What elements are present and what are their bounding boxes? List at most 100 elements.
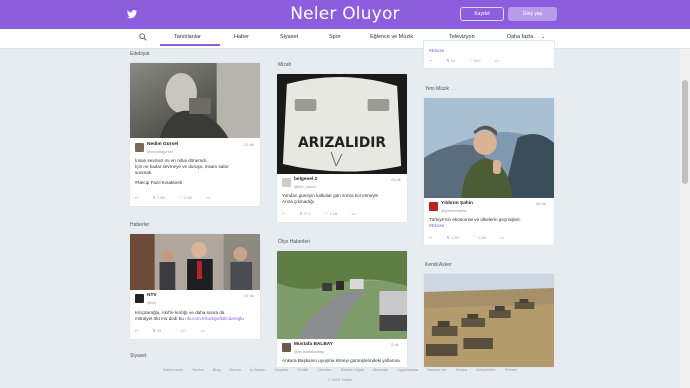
tweet-photo[interactable]	[424, 274, 554, 368]
hashtag-text[interactable]: #Ekose	[429, 48, 444, 53]
retweet-icon[interactable]: ⇅ 371	[299, 211, 310, 216]
tweet-time[interactable]: 2 dk	[391, 342, 399, 347]
tweet-time[interactable]: 21 dk	[244, 142, 254, 147]
more-icon[interactable]: •••	[351, 211, 355, 216]
like-icon[interactable]: ♡ 127	[175, 328, 186, 333]
tweet-photo[interactable]	[277, 251, 407, 339]
more-icon[interactable]: •••	[495, 58, 499, 63]
more-icon[interactable]: •••	[201, 328, 205, 333]
tweet-author[interactable]: NTV	[147, 293, 157, 298]
reply-icon[interactable]: ↩	[429, 58, 432, 63]
tweet-time[interactable]: 36 dk	[536, 201, 546, 206]
footer-link[interactable]: Çerezler	[317, 368, 331, 372]
like-icon[interactable]: ♡ 2,9B	[179, 195, 192, 200]
reply-icon[interactable]: ↩	[282, 211, 285, 216]
footer-link[interactable]: Markalar	[373, 368, 388, 372]
tweet-handle[interactable]: @nedimgursel	[147, 149, 173, 154]
retweet-count: 371	[303, 211, 311, 216]
tweet-handle[interactable]: @mustafabalbay	[294, 349, 324, 354]
tweet-time[interactable]: 17 dk	[244, 293, 254, 298]
section-title-edebiyat: Edebiyat	[130, 51, 150, 57]
tweet-link[interactable]: ntv.com.tr/turkiye/kilicdaroglu	[185, 316, 244, 321]
retweet-count: 33	[156, 328, 162, 333]
section-title-kendi-asker: Kendi Asker	[425, 262, 452, 268]
footer-link[interactable]: Reklam bilgisi	[341, 368, 364, 372]
tab-haber[interactable]: Haber	[234, 34, 249, 40]
tweet-line: Ankara Başkanın uyuşma köneyi gümüşlerin…	[282, 358, 400, 363]
signup-button[interactable]: Giriş yap	[508, 7, 557, 21]
like-icon[interactable]: ♡ 552	[469, 58, 480, 63]
tweet-card[interactable]: ARIZALIDIR belgesel 2 @bel_sizlen 23 dk …	[276, 73, 408, 223]
image-text: ARIZALIDIR	[298, 135, 386, 151]
retweet-icon[interactable]: ⇅ 1,5B	[446, 235, 459, 240]
reply-icon[interactable]: ↩	[429, 235, 432, 240]
hashtag-link[interactable]: #Ekose	[429, 223, 551, 229]
section-title-olce-haberleri: Ölçe Haberleri	[278, 239, 310, 245]
tweet-time[interactable]: 23 dk	[391, 177, 401, 182]
tab-tanitilanlar[interactable]: Tanıtılanlar	[174, 34, 201, 40]
tweet-line: mitralyet ölü mü dedi bu ntv.com.tr/turk…	[135, 316, 257, 322]
tweet-card[interactable]: Mustafa BALBAY @mustafabalbay 2 dk Ankar…	[276, 250, 408, 368]
footer-link[interactable]: Uygulamalar	[397, 368, 418, 372]
footer-link[interactable]: Koşullar	[274, 368, 288, 372]
avatar[interactable]	[282, 178, 291, 187]
reply-icon[interactable]: ↩	[135, 328, 138, 333]
like-icon[interactable]: ♡ 3,1B	[325, 211, 338, 216]
more-icon[interactable]: •••	[500, 235, 504, 240]
tweet-card[interactable]: Nedim Gürsel @nedimgursel 21 dk İnsan se…	[129, 62, 261, 207]
reply-icon[interactable]: ↩	[135, 195, 138, 200]
retweet-icon[interactable]: ⇅ 64	[446, 58, 455, 63]
login-button[interactable]: Kaydol	[460, 7, 504, 21]
tweet-author[interactable]: Yıldırım Şahin	[441, 201, 473, 206]
section-title-yeni-muzik: Yeni Müzik	[425, 86, 449, 92]
footer-link[interactable]: Medya	[456, 368, 467, 372]
footer-link[interactable]: Blog	[213, 368, 221, 372]
tweet-author[interactable]: Nedim Gürsel	[147, 142, 178, 147]
scrollbar-thumb[interactable]	[682, 80, 688, 184]
tweet-photo[interactable]: ARIZALIDIR	[277, 74, 407, 174]
footer-link[interactable]: Durum	[230, 368, 241, 372]
tweet-photo[interactable]	[424, 98, 554, 198]
tweet-actions: ↩ ⇅ 371 ♡ 3,1B •••	[282, 211, 370, 216]
section-title-mizah: Mizah	[278, 62, 292, 68]
footer-link[interactable]: Yardım	[192, 368, 204, 372]
tab-spor[interactable]: Spor	[329, 34, 341, 40]
like-count: 3,1B	[329, 211, 338, 216]
search-icon[interactable]	[139, 33, 147, 41]
tweet-handle[interactable]: @yildirimsahin	[441, 208, 467, 213]
tweet-handle[interactable]: @ntv	[147, 300, 156, 305]
tweet-handle[interactable]: @bel_sizlen	[294, 184, 316, 189]
hashtag-link[interactable]: #Necip Fazıl Kısakürek	[135, 180, 257, 186]
tweet-card-partial[interactable]: #Ekose ↩ ⇅ 64 ♡ 552 •••	[423, 40, 555, 69]
tweet-card[interactable]: Yıldırım Şahin @yildirimsahin 36 dk Türk…	[423, 97, 555, 246]
retweet-icon[interactable]: ⇅ 1,5B	[152, 195, 165, 200]
avatar[interactable]	[429, 202, 438, 211]
hashtag-link[interactable]: #Ekose	[429, 48, 444, 54]
tweet-card[interactable]	[423, 273, 555, 368]
like-icon[interactable]: ♡ 2,6B	[473, 235, 486, 240]
retweet-count: 64	[450, 58, 456, 63]
avatar[interactable]	[135, 294, 144, 303]
avatar[interactable]	[282, 343, 291, 352]
tab-eglence-muzik[interactable]: Eğlence ve Müzik	[370, 34, 413, 40]
footer-link[interactable]: İş İlanları	[250, 368, 265, 372]
category-nav: Tanıtılanlar Haber Siyaset Spor Eğlence …	[0, 29, 690, 49]
footer-link[interactable]: Rehber	[505, 368, 517, 372]
tweet-card[interactable]: NTV @ntv 17 dk Kılıçdaroğlu, Akıl'le kır…	[129, 233, 261, 340]
tweet-author[interactable]: Mustafa BALBAY	[294, 342, 333, 347]
tab-siyaset[interactable]: Siyaset	[280, 34, 298, 40]
retweet-icon[interactable]: ⇅ 33	[152, 328, 161, 333]
tweet-actions: ↩ ⇅ 33 ♡ 127 •••	[135, 328, 219, 333]
footer-link[interactable]: Gizlilik	[297, 368, 308, 372]
footer-links: Hakkımızda Yardım Blog Durum İş İlanları…	[0, 368, 680, 372]
like-count: 2,9B	[183, 195, 192, 200]
footer-link[interactable]: Reklam ver	[427, 368, 446, 372]
tweet-photo[interactable]	[130, 234, 260, 290]
footer-link[interactable]: Geliştiriciler	[476, 368, 496, 372]
avatar[interactable]	[135, 143, 144, 152]
footer-link[interactable]: Hakkımızda	[163, 368, 183, 372]
tweet-author[interactable]: belgesel 2	[294, 177, 317, 182]
more-icon[interactable]: •••	[206, 195, 210, 200]
tweet-actions: ↩ ⇅ 64 ♡ 552 •••	[429, 58, 513, 63]
tweet-photo[interactable]	[130, 63, 260, 138]
